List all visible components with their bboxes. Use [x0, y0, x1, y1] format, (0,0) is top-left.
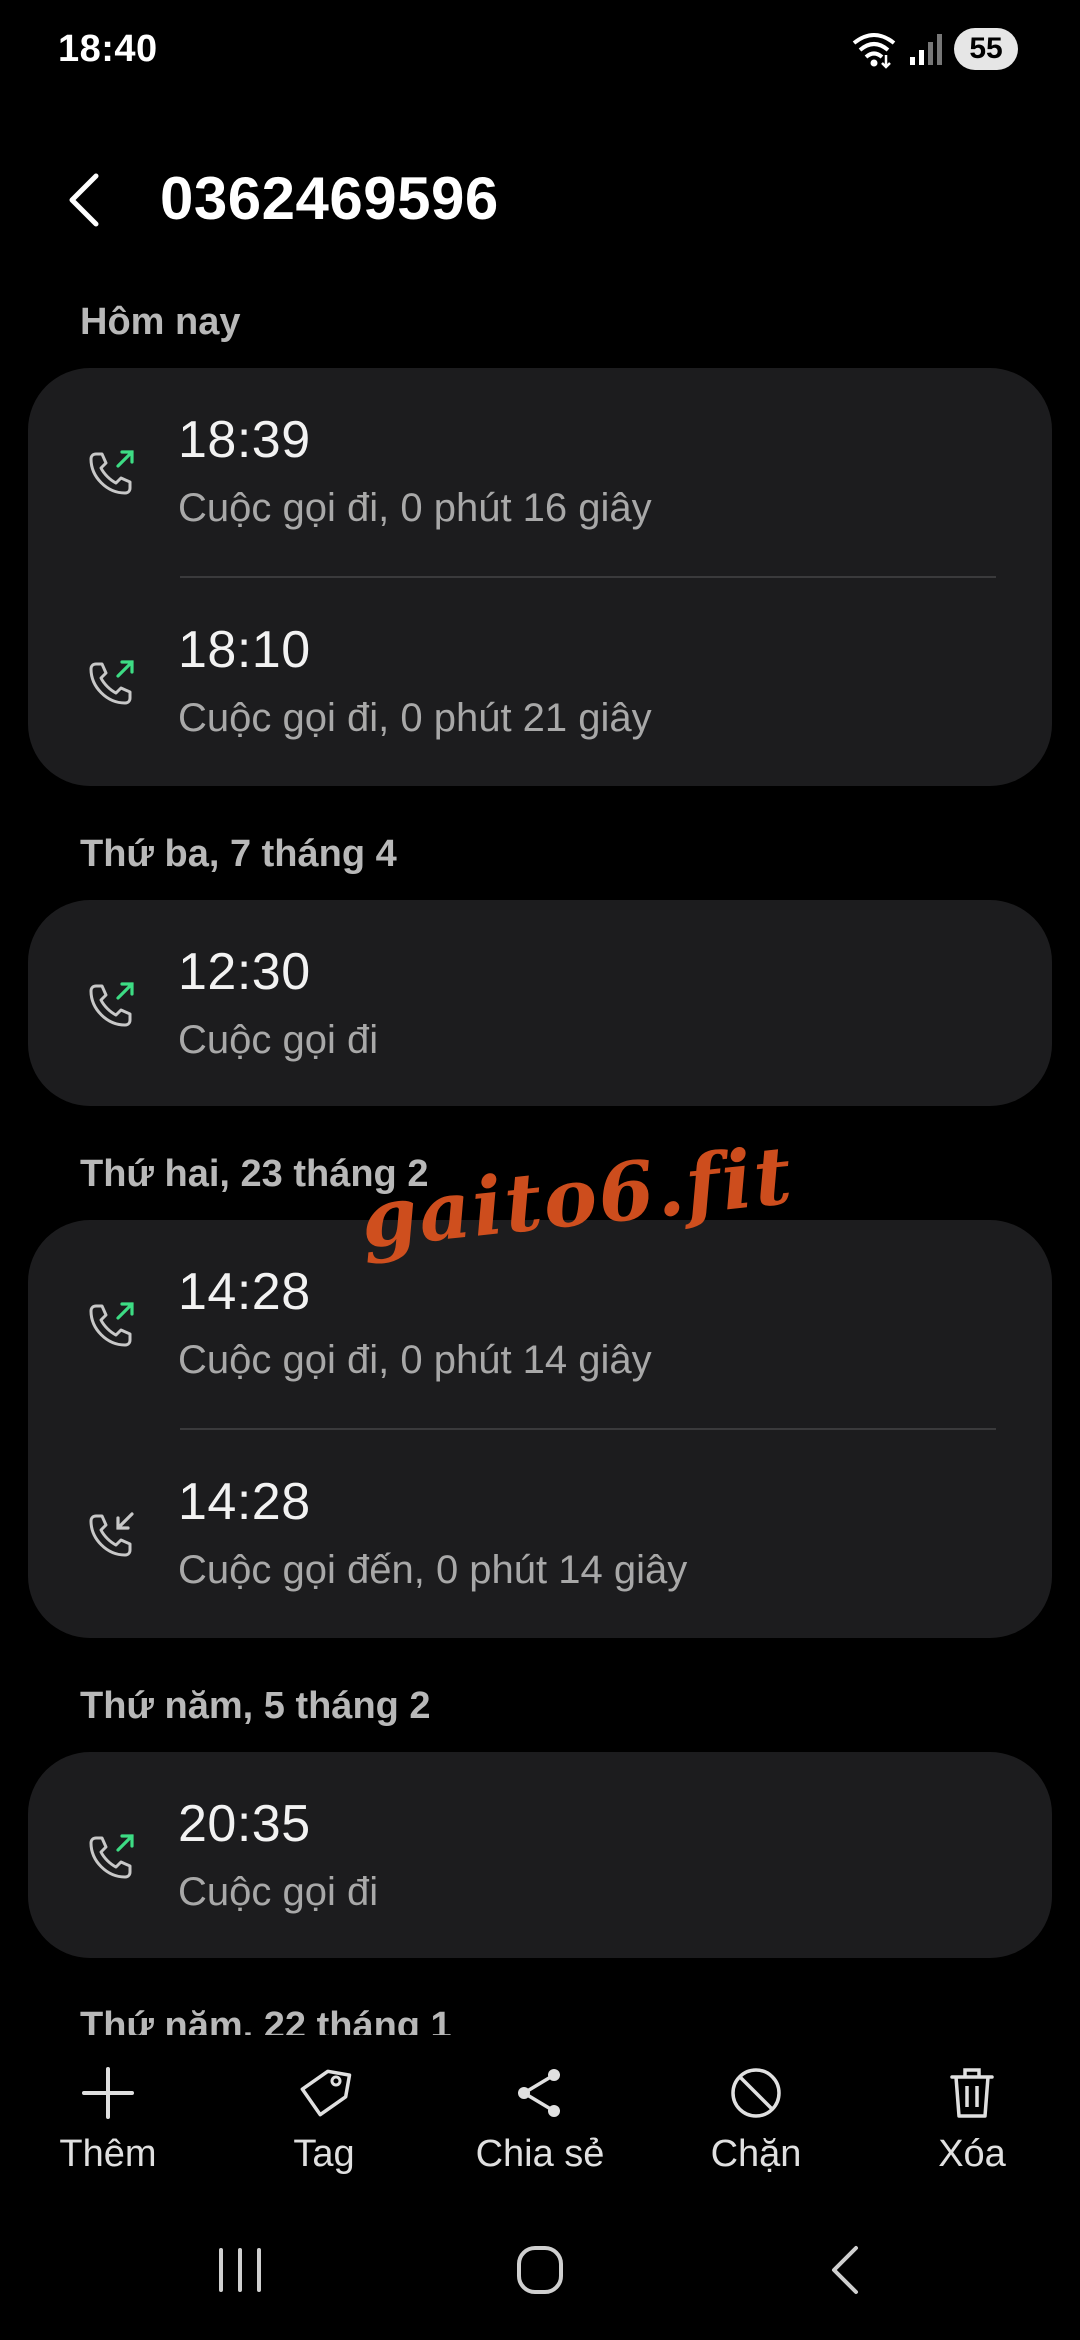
- date-header: Thứ năm, 22 tháng 1: [80, 2005, 452, 2035]
- tag-label: Tag: [293, 2133, 355, 2175]
- battery-level: 55: [954, 28, 1018, 70]
- recents-icon: [219, 2248, 261, 2292]
- tag-icon: [300, 2069, 352, 2117]
- incoming-call-icon: [89, 1512, 134, 1557]
- outgoing-call-icon: [89, 1834, 134, 1879]
- status-time: 18:40: [58, 28, 158, 70]
- outgoing-call-icon: [89, 450, 134, 495]
- date-header: Thứ hai, 23 tháng 2: [80, 1153, 429, 1195]
- call-time: 14:28: [178, 1473, 311, 1531]
- call-log-row[interactable]: 20:35 Cuộc gọi đi: [28, 1752, 1052, 1958]
- call-detail: Cuộc gọi đi: [178, 1870, 379, 1914]
- call-log-row[interactable]: 14:28 Cuộc gọi đến, 0 phút 14 giây: [28, 1430, 1052, 1638]
- call-log-row[interactable]: 18:10 Cuộc gọi đi, 0 phút 21 giây: [28, 578, 1052, 786]
- add-button[interactable]: Thêm: [0, 2035, 216, 2200]
- status-bar: 18:40 55: [0, 0, 1080, 100]
- status-icons: 55: [850, 26, 1018, 72]
- chevron-left-icon: [69, 173, 99, 227]
- call-group-card: 12:30 Cuộc gọi đi: [28, 900, 1052, 1106]
- date-header: Thứ ba, 7 tháng 4: [80, 833, 397, 875]
- recent-apps-button[interactable]: [205, 2240, 275, 2300]
- share-button[interactable]: Chia sẻ: [432, 2035, 648, 2200]
- date-header: Hôm nay: [80, 301, 241, 343]
- call-log-row[interactable]: 12:30 Cuộc gọi đi: [28, 900, 1052, 1106]
- delete-button[interactable]: Xóa: [864, 2035, 1080, 2200]
- block-button[interactable]: Chặn: [648, 2035, 864, 2200]
- date-header: Thứ năm, 5 tháng 2: [80, 1685, 431, 1727]
- home-button[interactable]: [505, 2240, 575, 2300]
- back-button[interactable]: [56, 168, 120, 232]
- system-back-button[interactable]: [810, 2240, 880, 2300]
- signal-icon: [910, 34, 942, 65]
- call-time: 14:28: [178, 1263, 311, 1321]
- bottom-action-bar: Thêm Tag Chia sẻ Chặn Xóa: [0, 2035, 1080, 2200]
- trash-icon: [950, 2068, 994, 2118]
- plus-icon: [82, 2067, 134, 2119]
- chevron-left-icon: [832, 2246, 858, 2294]
- call-detail: Cuộc gọi đi, 0 phút 14 giây: [178, 1338, 652, 1382]
- outgoing-call-icon: [89, 660, 134, 705]
- call-group-card: 18:39 Cuộc gọi đi, 0 phút 16 giây 18:10 …: [28, 368, 1052, 786]
- call-detail: Cuộc gọi đi, 0 phút 16 giây: [178, 486, 652, 530]
- home-icon: [517, 2246, 563, 2294]
- delete-label: Xóa: [938, 2133, 1006, 2175]
- call-log-row[interactable]: 18:39 Cuộc gọi đi, 0 phút 16 giây: [28, 368, 1052, 576]
- call-time: 12:30: [178, 943, 311, 1001]
- outgoing-call-icon: [89, 1302, 134, 1347]
- block-icon: [731, 2068, 781, 2118]
- wifi-icon: [852, 33, 896, 69]
- call-history-list[interactable]: Hôm nay 18:39 Cuộc gọi đi, 0 phút 16 giâ…: [0, 290, 1080, 2035]
- call-log-row[interactable]: 14:28 Cuộc gọi đi, 0 phút 14 giây: [28, 1220, 1052, 1428]
- tag-button[interactable]: Tag: [216, 2035, 432, 2200]
- call-group-card: 14:28 Cuộc gọi đi, 0 phút 14 giây 14:28 …: [28, 1220, 1052, 1638]
- call-detail: Cuộc gọi đi, 0 phút 21 giây: [178, 696, 652, 740]
- block-label: Chặn: [710, 2133, 802, 2175]
- header: 0362469596: [0, 150, 1080, 250]
- call-group-card: 20:35 Cuộc gọi đi: [28, 1752, 1052, 1958]
- outgoing-call-icon: [89, 982, 134, 1027]
- add-label: Thêm: [59, 2133, 157, 2175]
- call-detail: Cuộc gọi đi: [178, 1018, 379, 1062]
- call-detail: Cuộc gọi đến, 0 phút 14 giây: [178, 1548, 688, 1592]
- call-time: 18:10: [178, 621, 311, 679]
- call-time: 20:35: [178, 1795, 311, 1853]
- share-icon: [518, 2069, 560, 2117]
- system-navigation-bar: [0, 2200, 1080, 2340]
- share-label: Chia sẻ: [475, 2133, 605, 2175]
- page-title: 0362469596: [160, 165, 499, 232]
- call-time: 18:39: [178, 411, 311, 469]
